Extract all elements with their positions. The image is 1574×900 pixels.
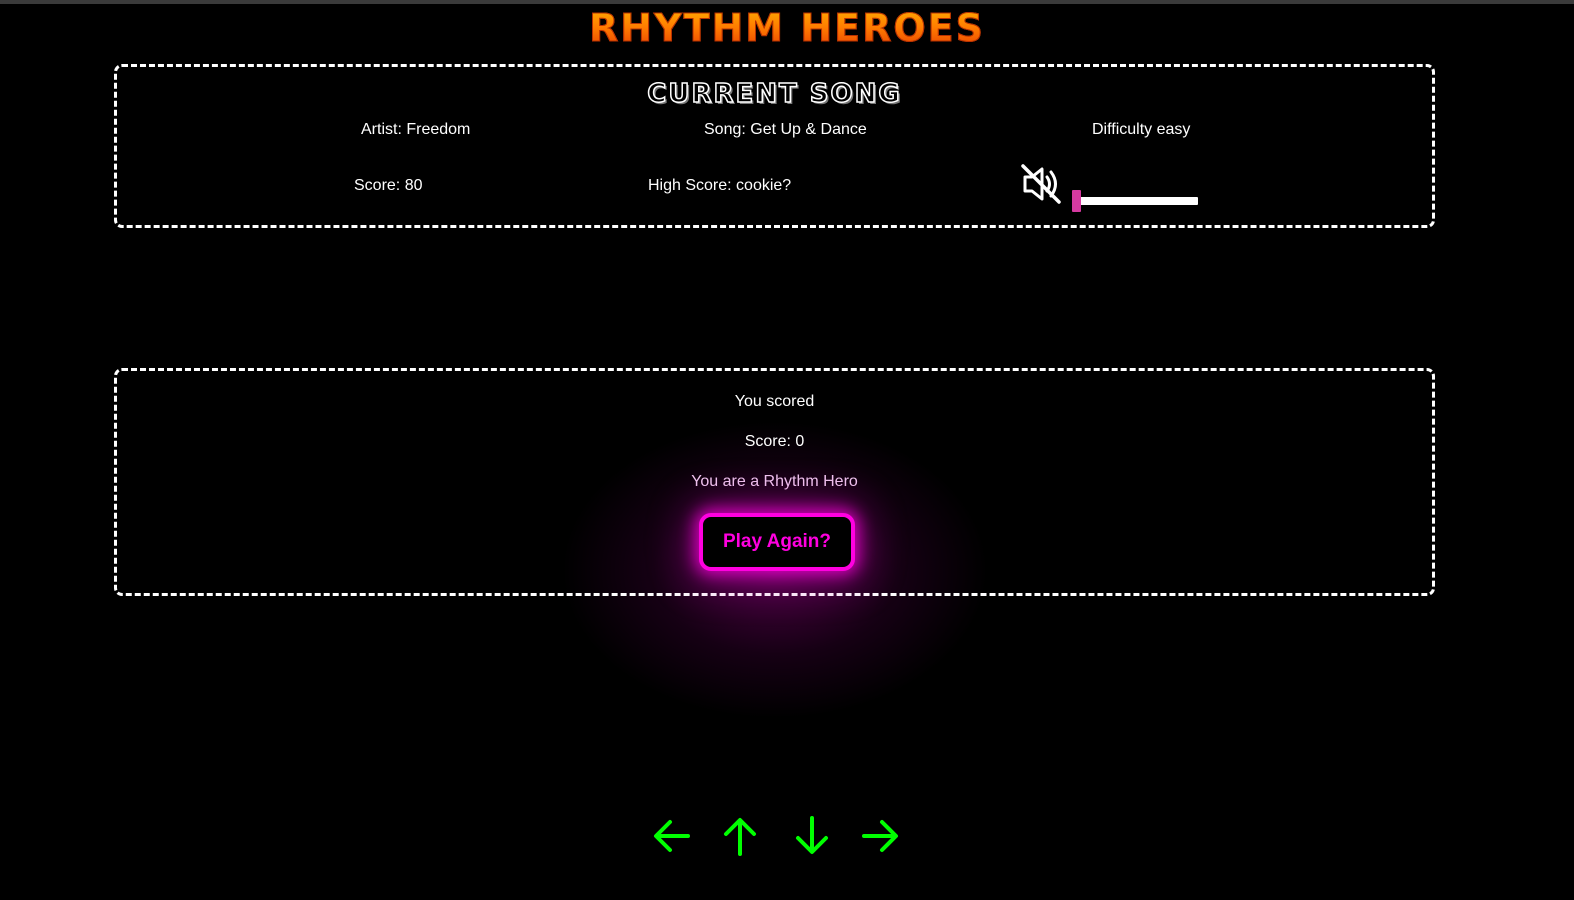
play-again-button[interactable]: Play Again? xyxy=(699,513,855,571)
current-song-heading: CURRENT SONG xyxy=(647,78,902,110)
song-label: Song: Get Up & Dance xyxy=(704,121,867,138)
you-scored-text: You scored xyxy=(734,393,815,410)
artist-label: Artist: Freedom xyxy=(361,121,471,138)
result-score-text: Score: 0 xyxy=(744,433,805,450)
left-arrow-icon[interactable] xyxy=(652,816,692,856)
speaker-muted-icon[interactable] xyxy=(1019,162,1063,206)
down-arrow-icon[interactable] xyxy=(792,816,832,856)
volume-slider[interactable] xyxy=(1072,190,1198,212)
result-panel: You scored Score: 0 You are a Rhythm Her… xyxy=(114,368,1435,596)
volume-slider-thumb[interactable] xyxy=(1072,190,1081,212)
difficulty-label: Difficulty easy xyxy=(1092,121,1191,138)
high-score-label: High Score: cookie? xyxy=(648,177,792,194)
right-arrow-icon[interactable] xyxy=(860,816,900,856)
score-label: Score: 80 xyxy=(354,177,423,194)
browser-top-bar xyxy=(0,0,1574,4)
game-title: RHYTHM HEROES xyxy=(0,6,1574,51)
rank-text: You are a Rhythm Hero xyxy=(691,473,858,490)
up-arrow-icon[interactable] xyxy=(720,816,760,856)
arrow-controls xyxy=(0,816,1574,856)
current-song-panel: CURRENT SONG Artist: Freedom Song: Get U… xyxy=(114,64,1435,228)
